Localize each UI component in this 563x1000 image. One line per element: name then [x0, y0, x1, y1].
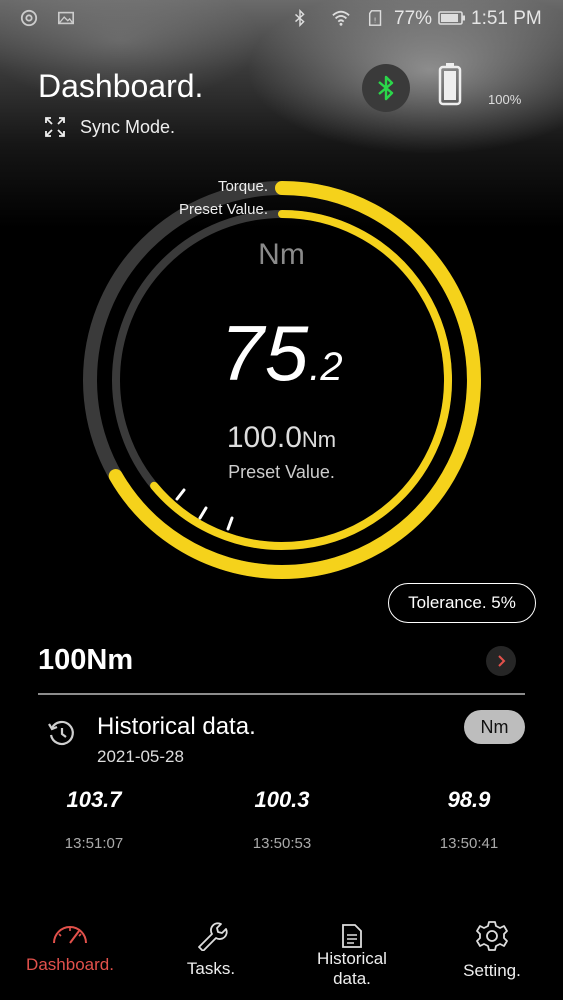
history-date: 2021-05-28	[97, 747, 184, 766]
nav-setting[interactable]: Setting.	[422, 905, 562, 981]
nav-tasks[interactable]: Tasks.	[141, 905, 281, 979]
history-record[interactable]: 98.9 13:50:41	[399, 787, 539, 852]
bluetooth-button[interactable]	[362, 64, 410, 112]
wifi-icon	[332, 10, 350, 26]
preset-caption: Preset Value.	[228, 462, 335, 482]
svg-text:!: !	[374, 16, 377, 25]
preset-legend-label: Preset Value.	[179, 201, 268, 218]
battery-percent: 77%	[394, 8, 433, 29]
device-battery-icon	[438, 63, 462, 106]
history-record-time: 13:50:41	[439, 835, 499, 852]
preset-value: 100.0Nm	[0, 421, 563, 455]
history-record-time: 13:51:07	[64, 835, 124, 852]
torque-value-decimal: .2	[309, 345, 343, 389]
target-details-button[interactable]	[486, 646, 516, 676]
gauge-unit: Nm	[258, 238, 305, 271]
document-icon	[342, 924, 362, 948]
unit-toggle-button[interactable]: Nm	[464, 710, 525, 744]
divider	[38, 693, 525, 695]
history-record-value: 98.9	[447, 787, 491, 812]
status-bar: ! 77% 1:51 PM	[0, 0, 563, 36]
battery-icon	[438, 11, 465, 25]
history-record[interactable]: 103.7 13:51:07	[24, 787, 164, 852]
chrome-icon	[20, 9, 38, 27]
nav-dashboard[interactable]: Dashboard.	[0, 905, 140, 975]
page-title: Dashboard.	[38, 68, 204, 104]
torque-value-integer: 75	[220, 309, 310, 397]
nav-historical-data-label: Historical data.	[317, 949, 387, 988]
chevron-right-icon	[498, 655, 506, 667]
image-icon	[57, 11, 75, 25]
nav-historical-data[interactable]: Historical data.	[282, 905, 422, 989]
history-record[interactable]: 100.3 13:50:53	[212, 787, 352, 852]
history-icon	[48, 720, 74, 746]
bluetooth-status-icon	[295, 9, 305, 27]
history-record-value: 103.7	[66, 787, 122, 812]
history-record-time: 13:50:53	[252, 835, 312, 852]
speedometer-icon	[53, 926, 87, 944]
sync-mode-label: Sync Mode.	[80, 116, 176, 137]
bluetooth-icon	[378, 75, 394, 101]
tolerance-button[interactable]: Tolerance. 5%	[388, 583, 536, 623]
target-torque: 100Nm	[38, 644, 134, 676]
nav-tasks-label: Tasks.	[186, 959, 236, 978]
nav-setting-label: Setting.	[463, 961, 521, 980]
preset-value-unit: Nm	[301, 427, 337, 452]
history-record-value: 100.3	[254, 787, 310, 812]
history-title: Historical data.	[97, 713, 256, 740]
gear-icon	[476, 921, 508, 951]
device-battery-percent: 100%	[488, 92, 522, 107]
sd-card-icon: !	[368, 10, 382, 26]
clock: 1:51 PM	[471, 8, 542, 29]
torque-legend-label: Torque.	[217, 178, 268, 195]
wrench-icon	[198, 922, 228, 951]
torque-value: 75.2	[0, 308, 563, 399]
nav-dashboard-label: Dashboard.	[26, 955, 114, 974]
expand-arrows-icon	[45, 117, 65, 137]
bottom-navigation: Dashboard. Tasks. Historical data. Setti…	[0, 905, 563, 1000]
sync-mode-toggle[interactable]: Sync Mode.	[44, 116, 175, 138]
preset-value-number: 100.0	[226, 421, 302, 454]
